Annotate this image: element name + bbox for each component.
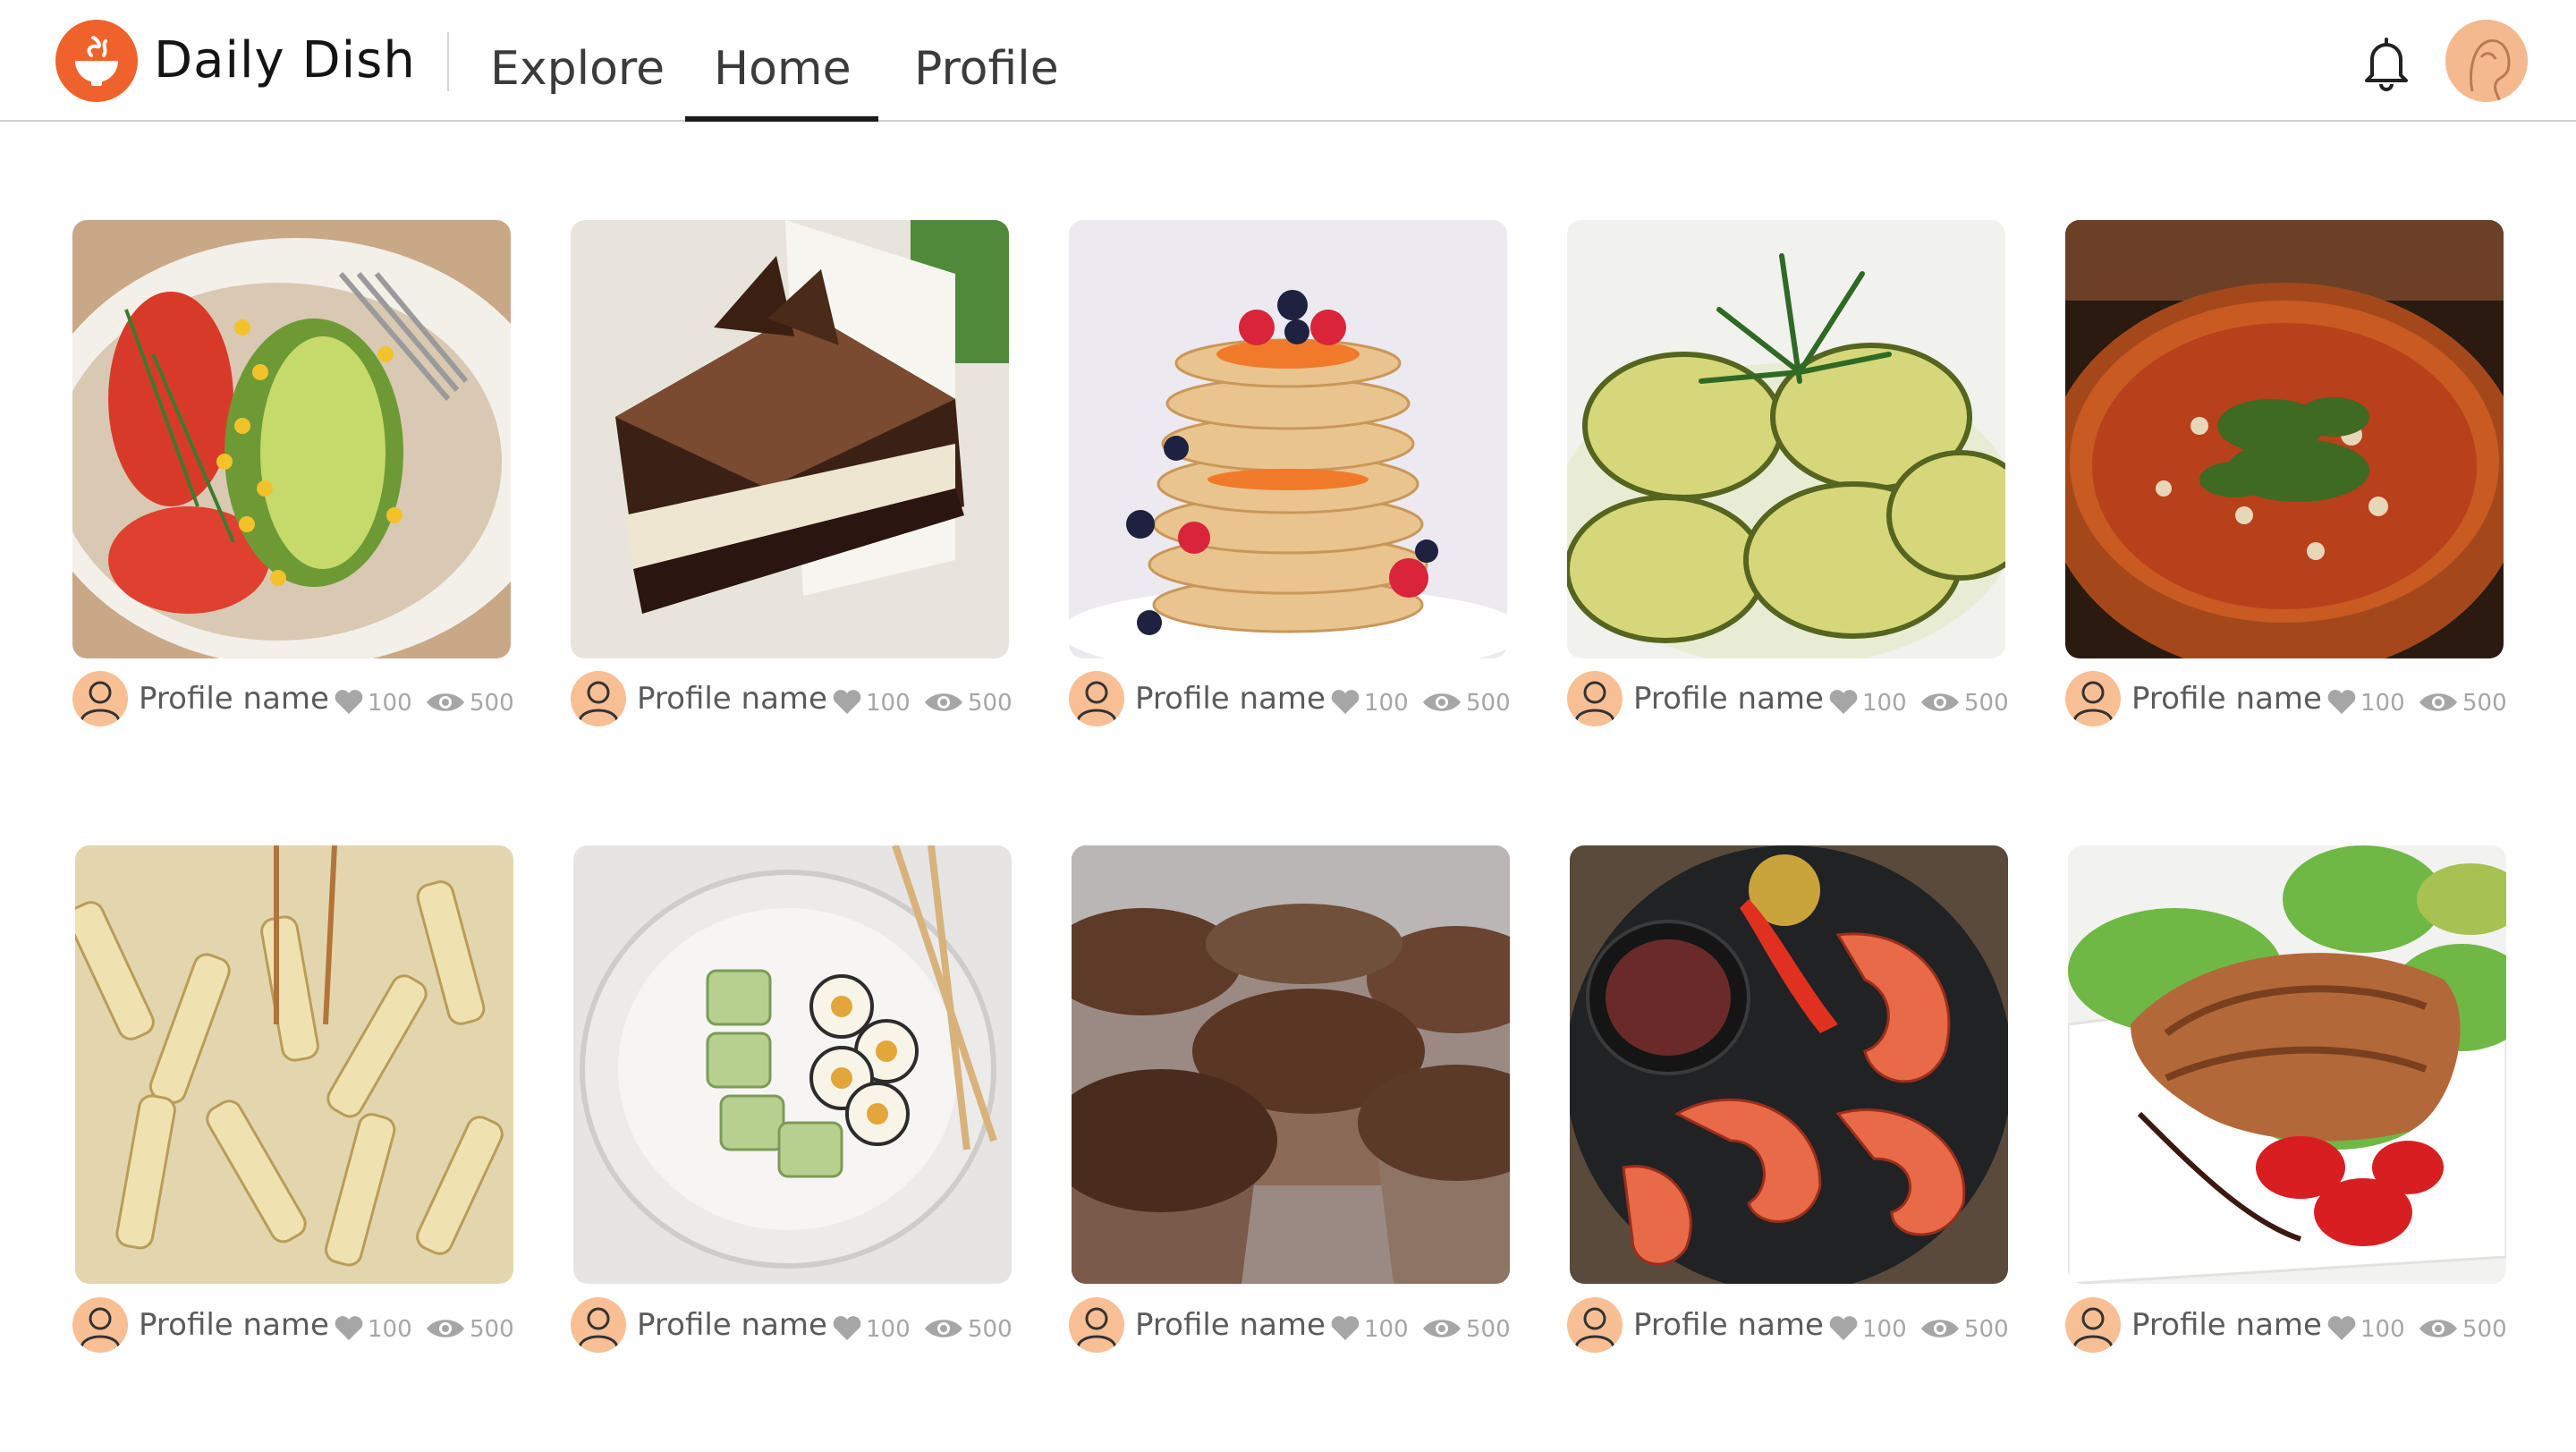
like-count: 100 <box>1862 1316 1907 1343</box>
eye-icon <box>1919 1315 1961 1342</box>
like-count: 100 <box>368 1316 412 1343</box>
post-meta: Profile name 100 500 <box>2065 1297 2530 1354</box>
post-meta: Profile name 100 500 <box>1567 1297 2032 1354</box>
post-image[interactable] <box>1072 845 1510 1284</box>
like-count: 100 <box>2360 1316 2405 1343</box>
view-count: 500 <box>1466 690 1511 717</box>
heart-icon[interactable] <box>832 689 862 716</box>
profile-name[interactable]: Profile name <box>1633 1306 1824 1344</box>
profile-avatar[interactable] <box>72 1297 128 1353</box>
post-meta: Profile name 100 500 <box>2065 671 2530 728</box>
post-meta: Profile name 100 500 <box>1069 671 1534 728</box>
post-meta: Profile name 100 500 <box>1567 671 2032 728</box>
post-meta: Profile name 100 500 <box>1069 1297 1534 1354</box>
eye-icon <box>425 689 466 716</box>
tab-home[interactable]: Home <box>714 39 852 98</box>
bowl-icon[interactable] <box>55 20 138 102</box>
like-count: 100 <box>866 690 911 717</box>
profile-avatar[interactable] <box>1069 1297 1124 1353</box>
eye-icon <box>425 1315 466 1342</box>
eye-icon <box>923 689 964 716</box>
like-count: 100 <box>2360 690 2405 717</box>
profile-avatar[interactable] <box>1567 1297 1623 1353</box>
heart-icon[interactable] <box>1330 689 1360 716</box>
post-image[interactable] <box>1570 845 2008 1284</box>
heart-icon[interactable] <box>1828 1315 1859 1342</box>
post-image[interactable] <box>2065 220 2504 658</box>
profile-name[interactable]: Profile name <box>637 1306 827 1344</box>
eye-icon <box>1421 1315 1462 1342</box>
post-image[interactable] <box>573 845 1012 1284</box>
profile-avatar[interactable] <box>2065 671 2121 726</box>
view-count: 500 <box>1964 690 2009 717</box>
like-count: 100 <box>1364 690 1409 717</box>
active-tab-indicator <box>685 116 878 122</box>
like-count: 100 <box>1862 690 1907 717</box>
view-count: 500 <box>470 1316 514 1343</box>
view-count: 500 <box>2462 1316 2507 1343</box>
profile-avatar[interactable] <box>1069 671 1124 726</box>
header-divider <box>447 32 449 91</box>
view-count: 500 <box>1466 1316 1511 1343</box>
heart-icon[interactable] <box>334 689 364 716</box>
heart-icon[interactable] <box>2326 1315 2357 1342</box>
eye-icon <box>1421 689 1462 716</box>
post-image[interactable] <box>1567 220 2005 658</box>
user-avatar[interactable] <box>2445 20 2528 102</box>
top-bar: Daily Dish Explore Home Profile <box>0 0 2576 122</box>
heart-icon[interactable] <box>1330 1315 1360 1342</box>
view-count: 500 <box>470 690 514 717</box>
profile-name[interactable]: Profile name <box>637 680 827 718</box>
eye-icon <box>1919 689 1961 716</box>
profile-avatar[interactable] <box>2065 1297 2121 1353</box>
view-count: 500 <box>2462 690 2507 717</box>
brand-name: Daily Dish <box>154 31 416 89</box>
profile-avatar[interactable] <box>1567 671 1623 726</box>
profile-avatar[interactable] <box>571 671 626 726</box>
post-image[interactable] <box>1069 220 1507 658</box>
like-count: 100 <box>866 1316 911 1343</box>
view-count: 500 <box>1964 1316 2009 1343</box>
post-image[interactable] <box>2068 845 2506 1284</box>
post-meta: Profile name 100 500 <box>571 1297 1036 1354</box>
profile-name[interactable]: Profile name <box>2131 680 2322 718</box>
heart-icon[interactable] <box>1828 689 1859 716</box>
profile-avatar[interactable] <box>571 1297 626 1353</box>
like-count: 100 <box>1364 1316 1409 1343</box>
post-meta: Profile name 100 500 <box>571 671 1036 728</box>
profile-name[interactable]: Profile name <box>1135 680 1326 718</box>
post-image[interactable] <box>571 220 1009 658</box>
tab-explore[interactable]: Explore <box>490 39 665 98</box>
eye-icon <box>2418 689 2459 716</box>
profile-name[interactable]: Profile name <box>139 1306 329 1344</box>
post-meta: Profile name 100 500 <box>72 1297 538 1354</box>
view-count: 500 <box>968 1316 1013 1343</box>
heart-icon[interactable] <box>2326 689 2357 716</box>
like-count: 100 <box>368 690 412 717</box>
profile-name[interactable]: Profile name <box>2131 1306 2322 1344</box>
heart-icon[interactable] <box>832 1315 862 1342</box>
profile-name[interactable]: Profile name <box>1633 680 1824 718</box>
bell-icon[interactable] <box>2354 30 2419 95</box>
eye-icon <box>2418 1315 2459 1342</box>
profile-avatar[interactable] <box>72 671 128 726</box>
post-meta: Profile name 100 500 <box>72 671 538 728</box>
profile-name[interactable]: Profile name <box>1135 1306 1326 1344</box>
view-count: 500 <box>968 690 1013 717</box>
post-image[interactable] <box>75 845 513 1284</box>
post-image[interactable] <box>72 220 511 658</box>
eye-icon <box>923 1315 964 1342</box>
tab-profile[interactable]: Profile <box>914 39 1059 98</box>
heart-icon[interactable] <box>334 1315 364 1342</box>
profile-name[interactable]: Profile name <box>139 680 329 718</box>
